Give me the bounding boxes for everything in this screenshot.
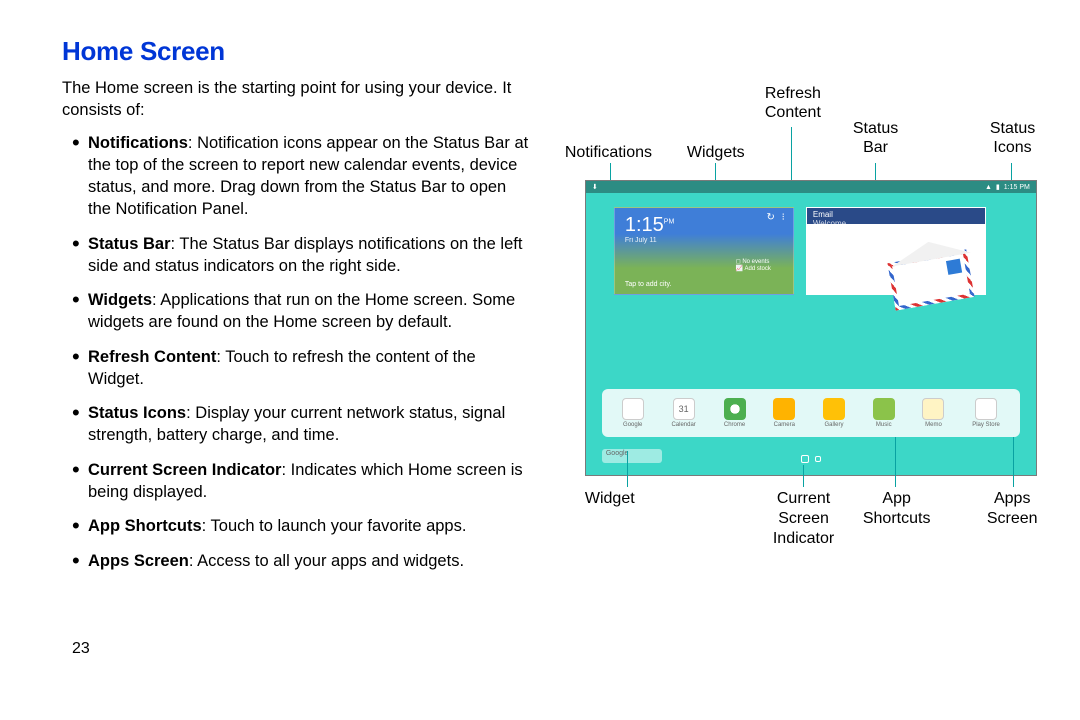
home-icon <box>801 455 809 463</box>
label-current-screen-indicator: Current Screen Indicator <box>773 489 834 549</box>
app-memo: Memo <box>922 398 944 428</box>
widget-refresh-icon: ↻ ⁝ <box>767 212 787 223</box>
bullet-notifications: Notifications: Notification icons appear… <box>88 132 533 221</box>
diagram: Notifications Widgets Refresh Content St… <box>555 77 1050 584</box>
label-refresh-content: Refresh Content <box>765 84 821 122</box>
label-apps-screen: Apps Screen <box>987 489 1038 529</box>
bullet-refresh: Refresh Content: Touch to refresh the co… <box>88 346 533 391</box>
app-gallery: Gallery <box>823 398 845 428</box>
app-dock: Google 31Calendar Chrome Camera Gallery … <box>602 389 1020 437</box>
home-indicator <box>801 455 821 463</box>
email-widget: Email Welcome Tap to add account. <box>806 207 986 295</box>
bullet-current-screen: Current Screen Indicator: Indicates whic… <box>88 459 533 504</box>
google-search-widget: Google <box>602 449 662 463</box>
bullet-status-icons: Status Icons: Display your current netwo… <box>88 402 533 447</box>
app-calendar: 31Calendar <box>671 398 695 428</box>
label-widgets: Widgets <box>687 143 745 162</box>
app-chrome: Chrome <box>724 398 746 428</box>
tablet-screenshot: ⬇ ▲ ▮ 1:15 PM ↻ ⁝ 1:15PM Fri July 11 ◻ N… <box>585 180 1037 476</box>
label-widget-bottom: Widget <box>585 489 635 509</box>
label-notifications: Notifications <box>565 143 652 162</box>
page-title: Home Screen <box>62 36 1050 67</box>
bullet-status-bar: Status Bar: The Status Bar displays noti… <box>88 233 533 278</box>
leader-line <box>803 465 804 487</box>
bullet-apps-screen: Apps Screen: Access to all your apps and… <box>88 550 533 572</box>
leader-line <box>627 451 628 487</box>
label-app-shortcuts: App Shortcuts <box>863 489 931 529</box>
leader-line <box>895 437 896 487</box>
intro-text: The Home screen is the starting point fo… <box>62 77 533 122</box>
clock-text: 1:15 PM <box>1004 184 1030 191</box>
bullet-app-shortcuts: App Shortcuts: Touch to launch your favo… <box>88 515 533 537</box>
bullet-widgets: Widgets: Applications that run on the Ho… <box>88 289 533 334</box>
envelope-icon <box>887 249 974 310</box>
battery-icon: ▮ <box>996 183 1000 191</box>
label-status-icons: Status Icons <box>990 119 1035 157</box>
app-playstore: Play Store <box>972 398 1000 428</box>
body-text: The Home screen is the starting point fo… <box>62 77 533 584</box>
app-music: Music <box>873 398 895 428</box>
download-icon: ⬇ <box>592 183 598 191</box>
label-status-bar: Status Bar <box>853 119 898 157</box>
app-camera: Camera <box>773 398 795 428</box>
clock-weather-widget: ↻ ⁝ 1:15PM Fri July 11 ◻ No events 📈 Add… <box>614 207 794 295</box>
leader-line <box>1013 437 1014 487</box>
wifi-icon: ▲ <box>985 184 992 191</box>
page-number: 23 <box>72 640 90 658</box>
status-bar: ⬇ ▲ ▮ 1:15 PM <box>586 181 1036 193</box>
app-google: Google <box>622 398 644 428</box>
